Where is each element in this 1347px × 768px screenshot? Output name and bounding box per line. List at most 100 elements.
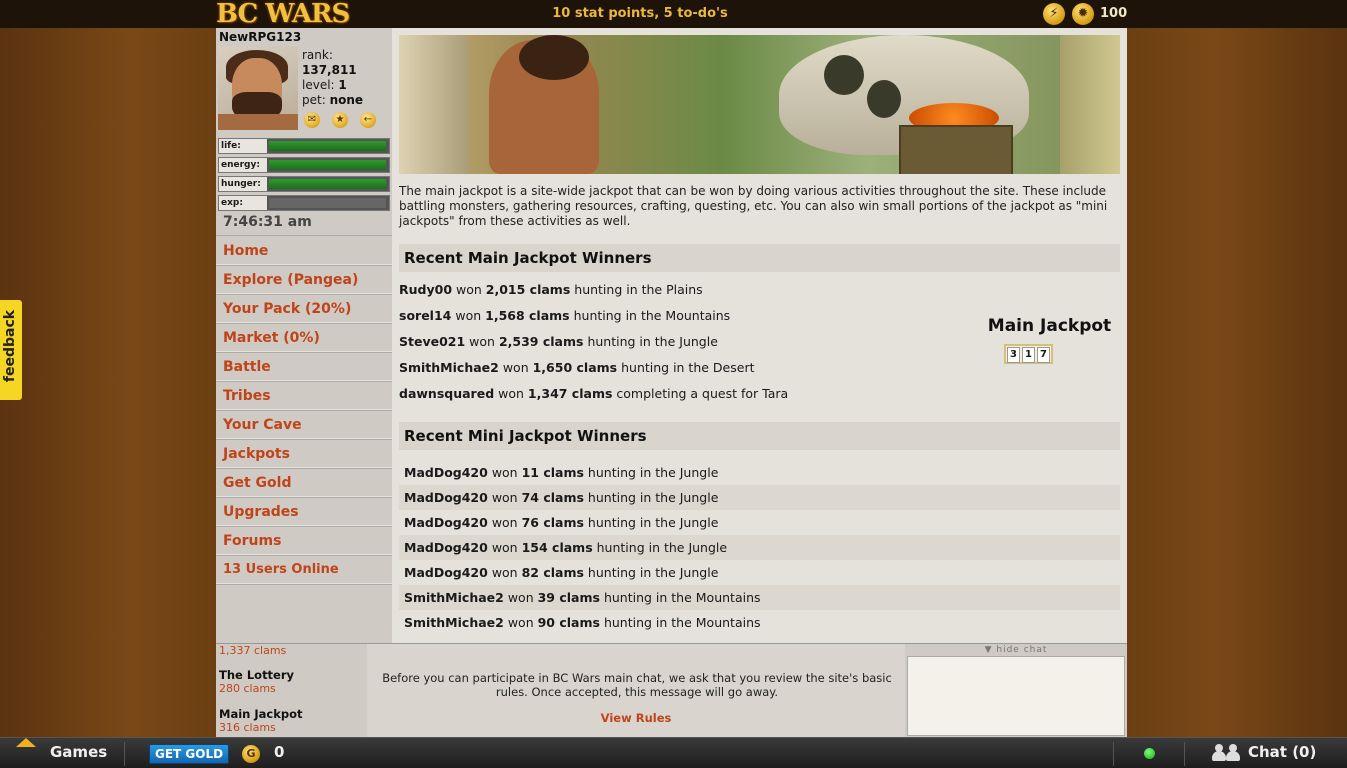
winner-amount: 82 clams <box>521 565 584 580</box>
winner-name[interactable]: MadDog420 <box>404 540 488 555</box>
rank-label: rank: <box>302 48 333 62</box>
site-logo[interactable]: BC WARS <box>216 0 350 28</box>
chat-panel: ▼ hide chat <box>905 643 1127 738</box>
top-bar: BC WARS 10 stat points, 5 to-do's ⚡ ✹ 10… <box>0 0 1347 28</box>
list-item: sorel14 won 1,568 clams hunting in the M… <box>399 308 731 323</box>
energy-bar: energy: <box>218 157 390 173</box>
mail-icon[interactable]: ✉ <box>304 112 320 128</box>
users-icon[interactable] <box>1212 744 1242 761</box>
winner-name[interactable]: sorel14 <box>399 308 451 323</box>
list-item: SmithMichae2 won 1,650 clams hunting in … <box>399 360 755 375</box>
bar-fill <box>269 160 386 170</box>
list-item: MadDog420 won 11 clams hunting in the Ju… <box>404 465 719 480</box>
gold-amount: 100 <box>1100 6 1128 21</box>
username[interactable]: NewRPG123 <box>219 30 301 44</box>
chat-rules-message: Before you can participate in BC Wars ma… <box>382 671 892 699</box>
list-item: SmithMichae2 won 39 clams hunting in the… <box>399 585 1120 610</box>
hide-chat-label: hide chat <box>996 645 1048 655</box>
hide-chat-button[interactable]: ▼ hide chat <box>905 645 1127 655</box>
nav-cave[interactable]: Your Cave <box>216 411 392 440</box>
bar-label: energy: <box>219 158 267 172</box>
main-content: The main jackpot is a site-wide jackpot … <box>392 28 1127 643</box>
background-right <box>1127 28 1347 737</box>
winner-amount: 1,568 clams <box>485 308 570 323</box>
lottery-label[interactable]: The Lottery <box>219 668 294 682</box>
counter-digit: 3 <box>1007 347 1020 363</box>
list-item: MadDog420 won 154 clams hunting in the J… <box>399 535 1120 560</box>
online-status-icon <box>1144 748 1155 759</box>
star-icon[interactable]: ★ <box>332 112 348 128</box>
level-value: 1 <box>338 78 347 92</box>
avatar[interactable] <box>218 46 298 130</box>
jackpot-ticker-panel: 1,337 clams The Lottery 280 clams Main J… <box>216 643 367 738</box>
counter-digit: 1 <box>1022 347 1035 363</box>
nav-battle[interactable]: Battle <box>216 353 392 382</box>
mini-winners-list: MadDog420 won 11 clams hunting in the Ju… <box>399 460 1120 635</box>
nav-get-gold[interactable]: Get Gold <box>216 469 392 498</box>
nav-pack[interactable]: Your Pack (20%) <box>216 295 392 324</box>
ticker-amount: 1,337 clams <box>219 644 287 657</box>
feedback-label: feedback <box>2 309 18 383</box>
chat-input[interactable] <box>907 656 1125 736</box>
get-gold-button[interactable]: GET GOLD <box>149 744 230 764</box>
caret-up-icon[interactable] <box>16 738 36 748</box>
winner-amount: 1,650 clams <box>532 360 618 375</box>
winner-amount: 39 clams <box>537 590 600 605</box>
profile-stats: rank: 137,811 level: 1 pet: none <box>302 48 363 108</box>
winner-name[interactable]: MadDog420 <box>404 465 488 480</box>
life-bar: life: <box>218 138 390 154</box>
winner-name[interactable]: SmithMichae2 <box>399 360 499 375</box>
list-item: MadDog420 won 76 clams hunting in the Ju… <box>404 515 719 530</box>
jackpot-banner-image <box>399 35 1120 174</box>
games-button[interactable]: Games <box>50 738 107 768</box>
nav-home[interactable]: Home <box>216 237 392 266</box>
energy-bolt-icon[interactable]: ⚡ <box>1043 3 1065 25</box>
pet-label: pet: <box>302 93 326 107</box>
main-jackpot-title: Main Jackpot <box>987 316 1112 336</box>
jackpot-counter: 3 1 7 <box>1004 344 1053 364</box>
winner-name[interactable]: MadDog420 <box>404 515 488 530</box>
nav-users-online[interactable]: 13 Users Online <box>216 556 392 585</box>
level-label: level: <box>302 78 335 92</box>
nav-explore[interactable]: Explore (Pangea) <box>216 266 392 295</box>
feedback-tab[interactable]: feedback <box>0 300 22 400</box>
list-item: MadDog420 won 74 clams hunting in the Ju… <box>399 485 1120 510</box>
list-item: Rudy00 won 2,015 clams hunting in the Pl… <box>399 282 703 297</box>
list-item: MadDog420 won 82 clams hunting in the Ju… <box>404 565 719 580</box>
gold-coin-icon: ✹ <box>1072 3 1094 25</box>
nav-tribes[interactable]: Tribes <box>216 382 392 411</box>
winner-name[interactable]: SmithMichae2 <box>404 590 504 605</box>
winner-amount: 76 clams <box>521 515 584 530</box>
winner-amount: 11 clams <box>521 465 584 480</box>
chat-button[interactable]: Chat (0) <box>1248 738 1316 768</box>
nav-upgrades[interactable]: Upgrades <box>216 498 392 527</box>
nav-jackpots[interactable]: Jackpots <box>216 440 392 469</box>
nav-forums[interactable]: Forums <box>216 527 392 556</box>
winner-amount: 74 clams <box>521 490 584 505</box>
winner-amount: 90 clams <box>537 615 600 630</box>
lottery-amount: 280 clams <box>219 682 276 695</box>
bar-fill <box>269 141 386 151</box>
winner-name[interactable]: dawnsquared <box>399 386 494 401</box>
main-nav: Home Explore (Pangea) Your Pack (20%) Ma… <box>216 237 392 585</box>
winner-name[interactable]: MadDog420 <box>404 490 488 505</box>
view-rules-link[interactable]: View Rules <box>367 711 905 725</box>
main-jackpot-label[interactable]: Main Jackpot <box>219 707 302 721</box>
stat-points-notice[interactable]: 10 stat points, 5 to-do's <box>520 0 760 28</box>
bottom-bar: Games GET GOLD G 0 Chat (0) <box>0 737 1347 768</box>
winner-name[interactable]: Rudy00 <box>399 282 452 297</box>
chat-notice-panel: Before you can participate in BC Wars ma… <box>367 643 905 738</box>
winner-amount: 154 clams <box>521 540 593 555</box>
nav-market[interactable]: Market (0%) <box>216 324 392 353</box>
winner-name[interactable]: Steve021 <box>399 334 465 349</box>
chevron-down-icon: ▼ <box>984 645 993 655</box>
sidebar: NewRPG123 rank: 137,811 level: 1 pet: no… <box>216 28 392 643</box>
winner-amount: 1,347 clams <box>527 386 613 401</box>
main-winners-heading: Recent Main Jackpot Winners <box>399 244 1120 272</box>
gold-balance: 0 <box>274 743 285 761</box>
winner-name[interactable]: MadDog420 <box>404 565 488 580</box>
jackpot-intro-text: The main jackpot is a site-wide jackpot … <box>399 184 1108 228</box>
stat-bars: life: energy: hunger: exp: <box>218 138 390 214</box>
arrow-left-icon[interactable]: ← <box>360 112 376 128</box>
winner-name[interactable]: SmithMichae2 <box>404 615 504 630</box>
